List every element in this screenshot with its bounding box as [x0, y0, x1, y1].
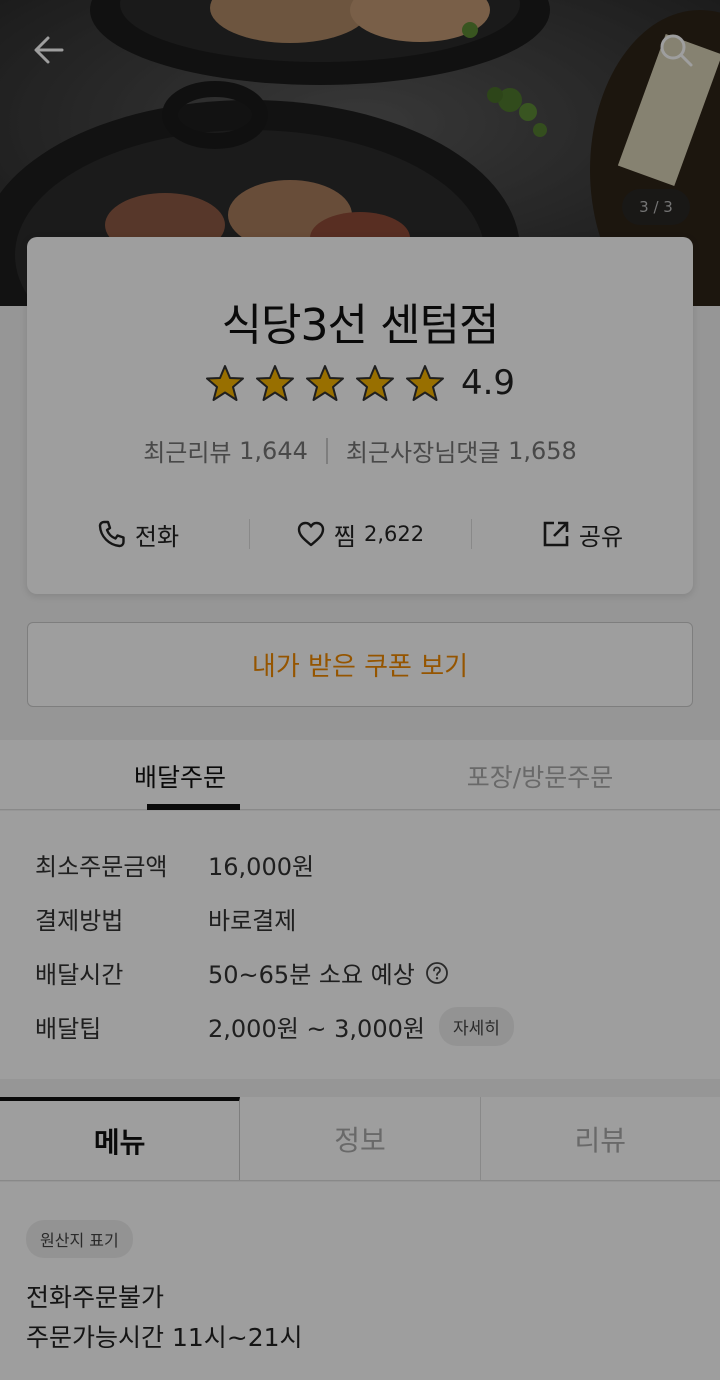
divider	[325, 437, 328, 464]
detail-label: 최소주문금액	[35, 853, 168, 881]
star-icon	[255, 365, 294, 401]
detail-value-wrap: 50~65분 소요 예상	[208, 955, 449, 990]
share-label: 공유	[578, 522, 624, 551]
detail-label: 배달시간	[35, 961, 124, 989]
star-icon	[305, 365, 344, 401]
call-label: 전화	[134, 522, 180, 551]
detail-value: 2,000원 ~ 3,000원	[208, 1015, 425, 1043]
tab-label: 배달주문	[133, 763, 226, 792]
call-button[interactable]: 전화	[27, 509, 249, 559]
tab-delivery-order[interactable]: 배달주문	[0, 740, 360, 810]
origin-label-button[interactable]: 원산지 표기	[26, 1220, 133, 1258]
store-notice: 원산지 표기 전화주문불가 주문가능시간 11시~21시	[0, 1182, 720, 1380]
detail-row-payment: 결제방법 바로결제	[35, 901, 296, 936]
heart-icon	[297, 521, 325, 547]
help-icon[interactable]	[425, 961, 449, 985]
search-icon	[660, 34, 693, 67]
tab-reviews[interactable]: 리뷰	[479, 1097, 720, 1180]
detail-value: 바로결제	[208, 907, 297, 935]
owner-reply-label: 최근사장님댓글	[345, 439, 501, 467]
notice-line: 전화주문불가	[26, 1283, 165, 1312]
active-tab-underline	[147, 804, 240, 810]
share-icon	[543, 521, 569, 547]
store-info-card: 식당3선 센텀점 4.9 최근리뷰 1,644 최근사장님댓글 1,658 전화…	[27, 237, 693, 594]
content-tabs: 메뉴 정보 리뷰	[0, 1097, 720, 1181]
recent-review-label: 최근리뷰	[143, 439, 232, 467]
star-icon	[355, 365, 394, 401]
detail-value: 50~65분 소요 예상	[208, 961, 415, 989]
rating-value: 4.9	[460, 363, 516, 403]
store-name: 식당3선 센텀점	[221, 300, 500, 351]
detail-value: 16,000원	[208, 853, 315, 881]
star-icon	[205, 365, 244, 401]
action-row: 전화 찜 2,622 공유	[27, 509, 693, 559]
tab-menu[interactable]: 메뉴	[0, 1097, 241, 1180]
notice-line: 주문가능시간 11시~21시	[26, 1323, 303, 1352]
detail-row-delivery-time: 배달시간 50~65분 소요 예상	[35, 955, 449, 990]
detail-row-delivery-tip: 배달팁 2,000원 ~ 3,000원 자세히	[35, 1007, 514, 1046]
my-coupon-button[interactable]: 내가 받은 쿠폰 보기	[27, 622, 693, 707]
phone-icon	[98, 520, 125, 548]
detail-label: 결제방법	[35, 907, 124, 935]
search-button[interactable]	[652, 26, 700, 74]
star-icon	[405, 365, 444, 401]
delivery-tip-detail-button[interactable]: 자세히	[438, 1007, 514, 1046]
image-counter: 3 / 3	[622, 189, 690, 225]
owner-reply-count: 1,658	[508, 436, 577, 465]
review-summary[interactable]: 최근리뷰 1,644 최근사장님댓글 1,658	[27, 433, 693, 468]
like-button[interactable]: 찜 2,622	[249, 509, 471, 559]
share-button[interactable]: 공유	[471, 509, 693, 559]
tab-info[interactable]: 정보	[240, 1097, 479, 1180]
detail-label: 배달팁	[35, 1015, 102, 1043]
detail-row-min-order: 최소주문금액 16,000원	[35, 847, 314, 882]
tab-label: 포장/방문주문	[466, 763, 614, 792]
arrow-left-icon	[34, 36, 64, 64]
like-count: 2,622	[363, 522, 425, 546]
back-button[interactable]	[25, 26, 73, 74]
order-type-tabs: 배달주문 포장/방문주문	[0, 740, 720, 810]
like-label: 찜	[333, 522, 356, 551]
tab-pickup-order[interactable]: 포장/방문주문	[360, 740, 720, 809]
recent-review-count: 1,644	[239, 436, 308, 465]
delivery-details: 최소주문금액 16,000원 결제방법 바로결제 배달시간 50~65분 소요 …	[0, 811, 720, 1079]
rating-row: 4.9	[27, 363, 693, 403]
